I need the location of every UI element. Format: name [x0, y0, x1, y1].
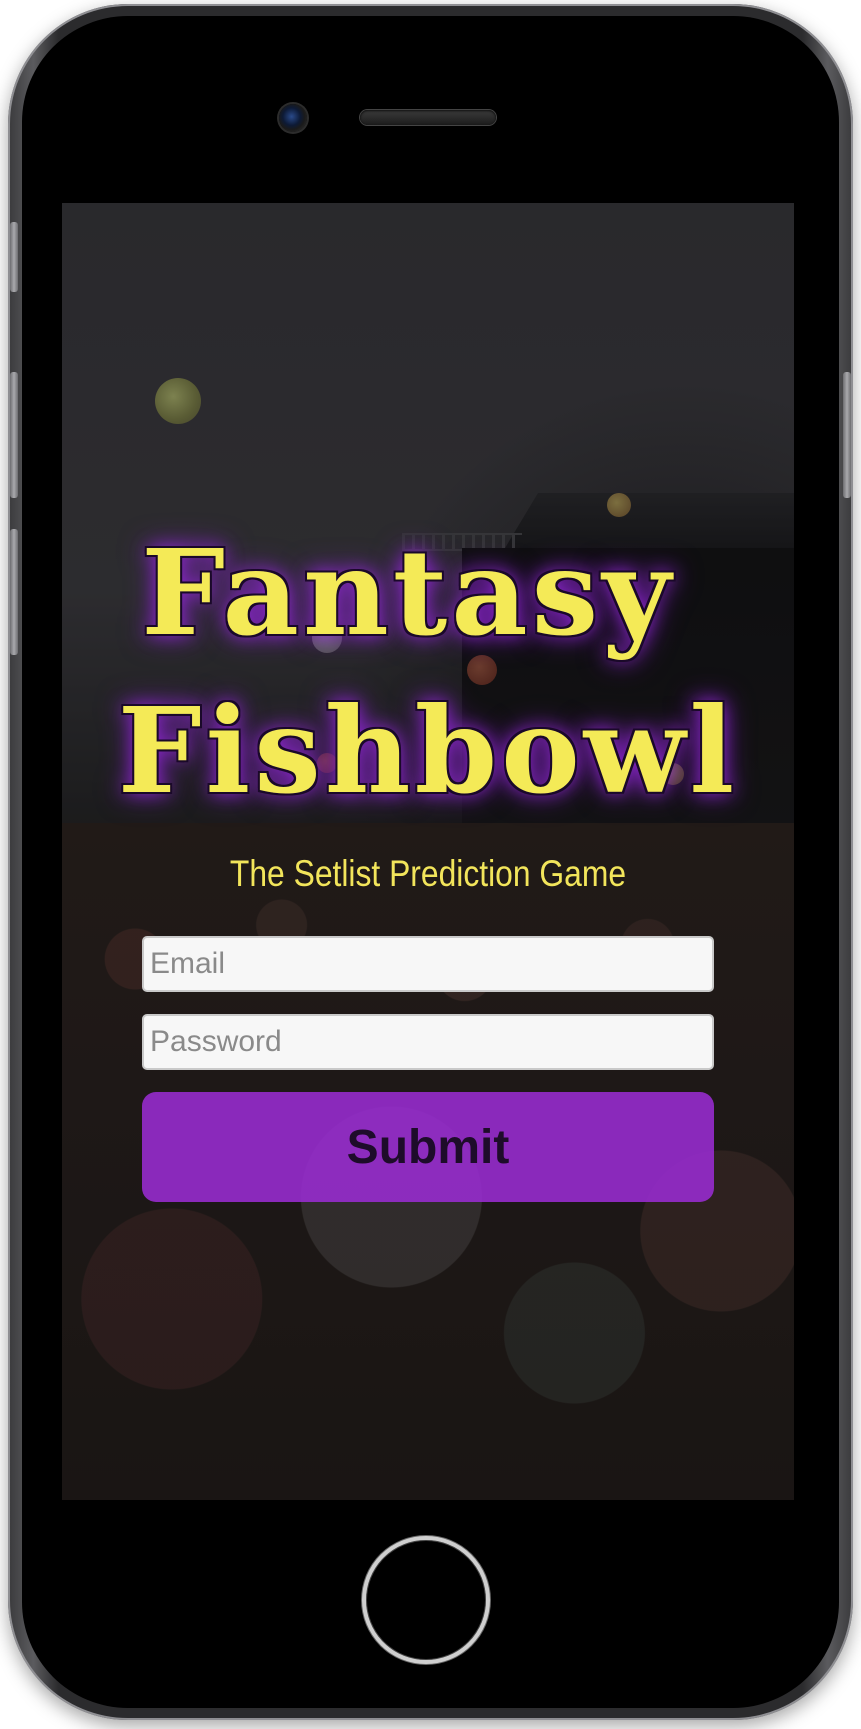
- front-camera-icon: [279, 104, 307, 132]
- submit-button[interactable]: Submit: [142, 1092, 714, 1202]
- power-button: [843, 372, 851, 498]
- app-screen: Fantasy Fishbowl The Setlist Prediction …: [62, 203, 794, 1500]
- password-input[interactable]: [142, 1014, 714, 1070]
- home-button-icon[interactable]: [362, 1536, 490, 1664]
- app-subtitle: The Setlist Prediction Game: [229, 853, 627, 894]
- earpiece-speaker-icon: [360, 110, 496, 125]
- silent-switch: [10, 222, 18, 292]
- volume-down-button: [10, 529, 18, 655]
- email-input[interactable]: [142, 936, 714, 992]
- app-title-line-1: Fantasy: [141, 523, 675, 662]
- page: Fantasy Fishbowl The Setlist Prediction …: [0, 0, 861, 1729]
- app-title-line-2: Fishbowl: [117, 681, 739, 820]
- volume-up-button: [10, 372, 18, 498]
- login-content: Fantasy Fishbowl The Setlist Prediction …: [62, 203, 794, 1500]
